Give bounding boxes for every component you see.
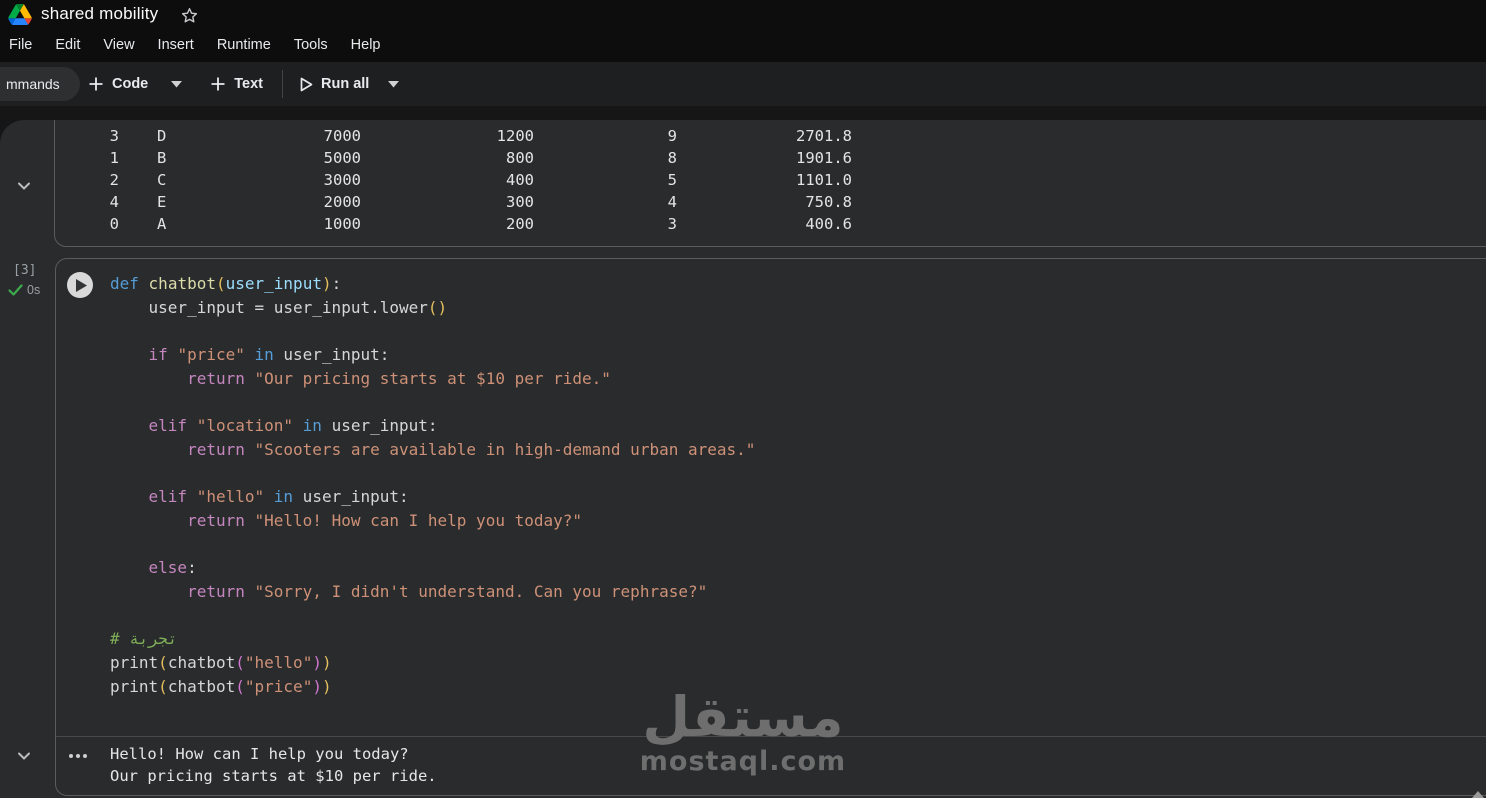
notebook-toolbar: mmands Code Text Run all <box>0 62 1486 106</box>
cell-output-divider <box>56 736 1486 737</box>
run-all-dropdown-caret-icon[interactable] <box>388 80 400 88</box>
output-options-icon[interactable] <box>69 754 87 758</box>
table-row: 0 A 1000 200 3 400.6 <box>109 215 852 233</box>
colab-app: shared mobility File Edit View Insert Ru… <box>0 0 1486 798</box>
commands-button[interactable]: mmands <box>0 67 80 101</box>
menu-edit[interactable]: Edit <box>55 37 80 53</box>
run-cell-button[interactable] <box>67 272 93 298</box>
cell-output-text: Hello! How can I help you today? Our pric… <box>110 744 437 787</box>
scrollbar-arrow[interactable] <box>1472 791 1484 798</box>
execution-count: [3] <box>13 263 37 278</box>
title-bar: shared mobility <box>0 0 1486 28</box>
collapse-output-chevron-icon[interactable] <box>14 176 34 196</box>
notebook-content: 3 D 7000 1200 9 2701.8 1 B 5000 800 8 1901.6 2 C 3000 4… <box>0 120 1486 798</box>
run-all-button[interactable]: Run all <box>321 76 369 92</box>
table-row: 3 D 7000 1200 9 2701.8 <box>109 127 852 145</box>
run-all-play-icon <box>300 77 313 91</box>
menu-runtime[interactable]: Runtime <box>217 37 271 53</box>
menu-insert[interactable]: Insert <box>158 37 194 53</box>
execution-time: 0s <box>27 283 41 297</box>
commands-label: mmands <box>6 76 60 92</box>
play-icon <box>75 278 87 292</box>
menu-help[interactable]: Help <box>351 37 381 53</box>
table-row: 4 E 2000 300 4 750.8 <box>109 193 852 211</box>
notebook-title[interactable]: shared mobility <box>41 4 158 24</box>
collapse-output-chevron-icon[interactable] <box>14 746 34 766</box>
table-row: 1 B 5000 800 8 1901.6 <box>109 149 852 167</box>
code-cell: def chatbot(user_input): user_input = us… <box>55 258 1486 796</box>
dataframe-table: 3 D 7000 1200 9 2701.8 1 B 5000 800 8 1901.6 2 C 3000 4… <box>55 127 1486 237</box>
menu-bar: File Edit View Insert Runtime Tools Help <box>0 28 1486 62</box>
menu-file[interactable]: File <box>9 37 32 53</box>
toolbar-shadow-strip <box>0 106 1486 120</box>
plus-icon <box>211 77 225 91</box>
toolbar-divider <box>282 70 283 98</box>
toolbar-buttons: Code Text Run all <box>88 70 400 98</box>
code-editor[interactable]: def chatbot(user_input): user_input = us… <box>110 272 755 698</box>
output-line: Our pricing starts at $10 per ride. <box>110 766 437 785</box>
code-dropdown-caret-icon[interactable] <box>171 80 183 88</box>
star-icon[interactable] <box>180 6 199 25</box>
google-drive-icon[interactable] <box>8 3 32 25</box>
check-icon <box>8 284 23 296</box>
table-row: 2 C 3000 400 5 1101.0 <box>109 171 852 189</box>
plus-icon <box>89 77 103 91</box>
add-text-button[interactable]: Text <box>234 76 263 92</box>
menu-view[interactable]: View <box>103 37 134 53</box>
add-code-button[interactable]: Code <box>112 76 148 92</box>
output-line: Hello! How can I help you today? <box>110 745 409 763</box>
dataframe-output-cell: 3 D 7000 1200 9 2701.8 1 B 5000 800 8 1901.6 2 C 3000 4… <box>54 120 1486 247</box>
menu-tools[interactable]: Tools <box>294 37 328 53</box>
